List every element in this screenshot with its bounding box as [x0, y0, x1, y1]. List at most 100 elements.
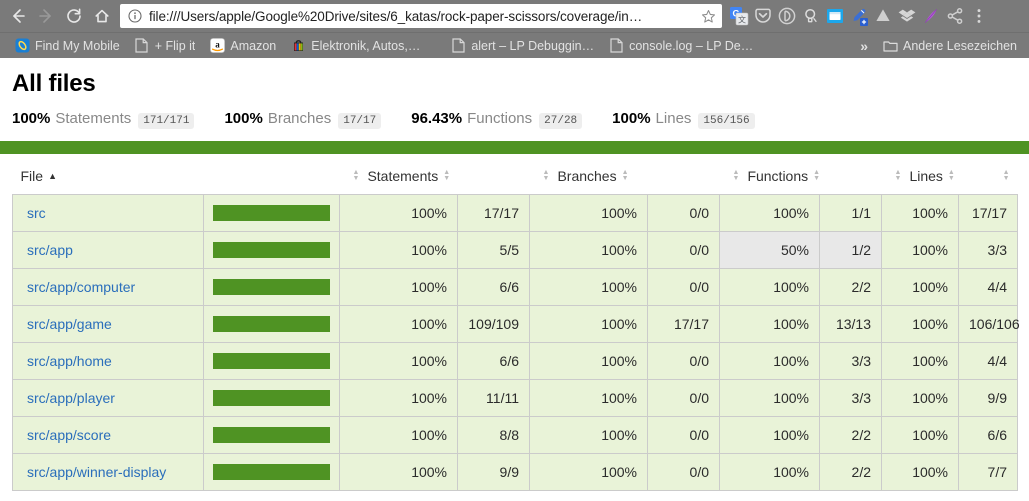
lines-label: Lines — [655, 110, 692, 127]
statements-label: Statements — [55, 110, 132, 127]
bookmarks-bar: Find My Mobile + Flip it a Amazon Elektr… — [0, 32, 1029, 58]
bookmark-label: Amazon — [230, 38, 277, 53]
column-label-lines: Lines — [909, 168, 943, 184]
svg-text:a: a — [215, 40, 220, 50]
cell-file: src/app/winner-display — [12, 453, 204, 491]
file-link[interactable]: src/app/computer — [27, 279, 135, 295]
bookmark-elektronik[interactable]: Elektronik, Autos,… — [284, 36, 426, 56]
reload-icon — [67, 8, 81, 23]
column-header-branches-abs — [647, 154, 720, 195]
svg-text:文: 文 — [738, 15, 746, 25]
coverage-report-page: All files 100% Statements 171/171 100% B… — [0, 70, 1029, 491]
table-row: src/app/score 100% 8/8 100% 0/0 100% 2/2 100% 6/… — [12, 416, 1018, 454]
cell-branches-absolute: 0/0 — [647, 268, 720, 306]
column-header-functions[interactable]: ▲ ▼ Functions ▲ ▼ — [719, 154, 820, 195]
cell-branches-percent: 100% — [529, 453, 648, 491]
file-link[interactable]: src/app/score — [27, 427, 111, 443]
bookmark-amazon[interactable]: a Amazon — [203, 36, 282, 56]
back-button[interactable] — [4, 2, 32, 30]
dropbox-extension[interactable] — [896, 5, 918, 27]
bookmark-console-log[interactable]: console.log – LP De… — [602, 36, 759, 56]
feather-pen-extension[interactable] — [920, 5, 942, 27]
cell-lines-absolute: 4/4 — [958, 342, 1018, 380]
bookmark-alert-lp[interactable]: alert – LP Debuggin… — [444, 36, 600, 56]
file-link[interactable]: src/app/winner-display — [27, 464, 166, 480]
coverage-bar-track — [213, 464, 330, 480]
browser-chrome: file:///Users/apple/Google%20Drive/sites… — [0, 0, 1029, 58]
cell-branches-absolute: 0/0 — [647, 231, 720, 269]
cell-functions-percent: 100% — [719, 379, 820, 417]
table-row: src/app 100% 5/5 100% 0/0 50% 1/2 100% 3/3 — [12, 231, 1018, 269]
cell-lines-absolute: 7/7 — [958, 453, 1018, 491]
file-link[interactable]: src/app/home — [27, 353, 112, 369]
coverage-bar-fill — [213, 279, 330, 295]
cell-functions-absolute: 3/3 — [819, 342, 882, 380]
ebay-icon — [290, 38, 306, 54]
coverage-bar-fill — [213, 242, 330, 258]
extensions-tray: G 文 — [728, 5, 990, 27]
file-link[interactable]: src/app/player — [27, 390, 115, 406]
column-header-statements[interactable]: ▲ ▼ Statements ▲ ▼ — [339, 154, 458, 195]
column-label-functions: Functions — [747, 168, 809, 184]
column-header-lines[interactable]: ▲ ▼ Lines ▲ ▼ — [881, 154, 959, 195]
cell-lines-absolute: 106/106 — [958, 305, 1020, 343]
file-link[interactable]: src/app — [27, 242, 73, 258]
summary-branches: 100% Branches 17/17 — [224, 110, 382, 129]
sort-icon: ▲ ▼ — [947, 169, 955, 182]
statements-percent: 100% — [12, 110, 51, 127]
column-header-lines-abs[interactable]: ▲ ▼ — [958, 154, 1018, 195]
other-bookmarks-label: Andere Lesezeichen — [903, 38, 1017, 53]
coverage-bar-fill — [213, 353, 330, 369]
cell-lines-percent: 100% — [881, 342, 959, 380]
page-info-icon[interactable] — [127, 9, 142, 24]
functions-percent: 96.43% — [411, 110, 463, 127]
google-drive-extension[interactable] — [872, 5, 894, 27]
star-icon[interactable] — [701, 9, 716, 24]
home-button[interactable] — [88, 2, 116, 30]
bookmark-flip-it[interactable]: + Flip it — [128, 36, 202, 56]
coverage-bar-fill — [213, 205, 330, 221]
cell-lines-absolute: 3/3 — [958, 231, 1018, 269]
lightbulb-extension[interactable] — [800, 5, 822, 27]
cell-statements-percent: 100% — [339, 379, 458, 417]
cell-statements-absolute: 8/8 — [457, 416, 530, 454]
circle-d-extension[interactable] — [776, 5, 798, 27]
window-capture-extension[interactable] — [824, 5, 846, 27]
file-link[interactable]: src/app/game — [27, 316, 112, 332]
cell-coverage-bar — [203, 342, 340, 380]
cell-branches-absolute: 0/0 — [647, 379, 720, 417]
share-extension[interactable] — [944, 5, 966, 27]
chrome-menu-button[interactable] — [968, 5, 990, 27]
coverage-status-bar — [0, 141, 1029, 154]
reload-button[interactable] — [60, 2, 88, 30]
forward-button[interactable] — [32, 2, 60, 30]
cell-statements-absolute: 17/17 — [457, 194, 530, 232]
bookmark-find-my-mobile[interactable]: Find My Mobile — [8, 36, 126, 56]
column-header-branches[interactable]: ▲ ▼ Branches ▲ ▼ — [529, 154, 648, 195]
table-row: src 100% 17/17 100% 0/0 100% 1/1 100% 17/17 — [12, 194, 1018, 232]
cell-lines-absolute: 9/9 — [958, 379, 1018, 417]
cell-lines-absolute: 17/17 — [958, 194, 1018, 232]
address-bar[interactable]: file:///Users/apple/Google%20Drive/sites… — [120, 4, 722, 28]
summary-statements: 100% Statements 171/171 — [12, 110, 195, 129]
table-row: src/app/home 100% 6/6 100% 0/0 100% 3/3 100% 4/4 — [12, 342, 1018, 380]
cell-statements-percent: 100% — [339, 305, 458, 343]
column-header-statements-abs — [457, 154, 530, 195]
bookmark-label: + Flip it — [154, 38, 196, 53]
cell-lines-percent: 100% — [881, 231, 959, 269]
other-bookmarks-folder[interactable]: Andere Lesezeichen — [876, 36, 1023, 56]
cell-functions-percent: 100% — [719, 416, 820, 454]
bookmarks-overflow-button[interactable]: » — [852, 38, 876, 54]
cell-statements-percent: 100% — [339, 416, 458, 454]
column-header-file[interactable]: File ▲ — [12, 154, 204, 195]
cell-file: src — [12, 194, 204, 232]
file-link[interactable]: src — [27, 205, 46, 221]
cell-file: src/app/score — [12, 416, 204, 454]
lines-percent: 100% — [612, 110, 651, 127]
google-translate-extension[interactable]: G 文 — [728, 5, 750, 27]
cell-lines-percent: 100% — [881, 194, 959, 232]
forward-arrow-icon — [39, 9, 51, 23]
pocket-extension[interactable] — [752, 5, 774, 27]
color-picker-extension[interactable] — [848, 5, 870, 27]
column-label-file: File — [20, 168, 44, 184]
